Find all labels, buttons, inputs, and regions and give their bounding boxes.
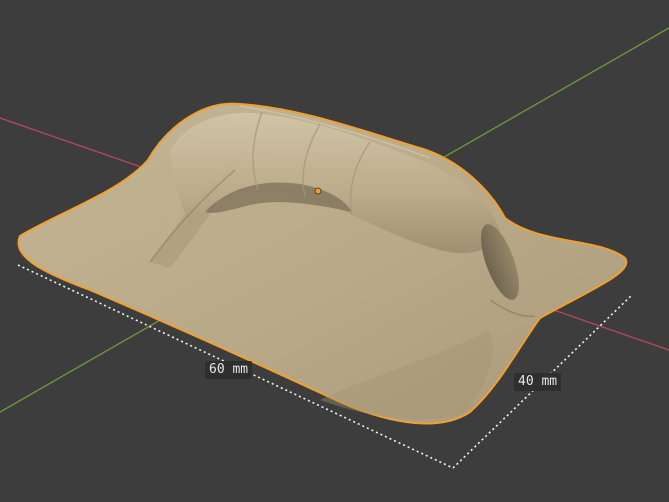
viewport-canvas <box>0 27 669 469</box>
object-origin <box>314 187 322 195</box>
length-measurement-label: 60 mm <box>205 361 253 379</box>
width-measurement-label: 40 mm <box>514 373 562 391</box>
3d-viewport[interactable]: 60 mm 40 mm <box>0 0 669 502</box>
